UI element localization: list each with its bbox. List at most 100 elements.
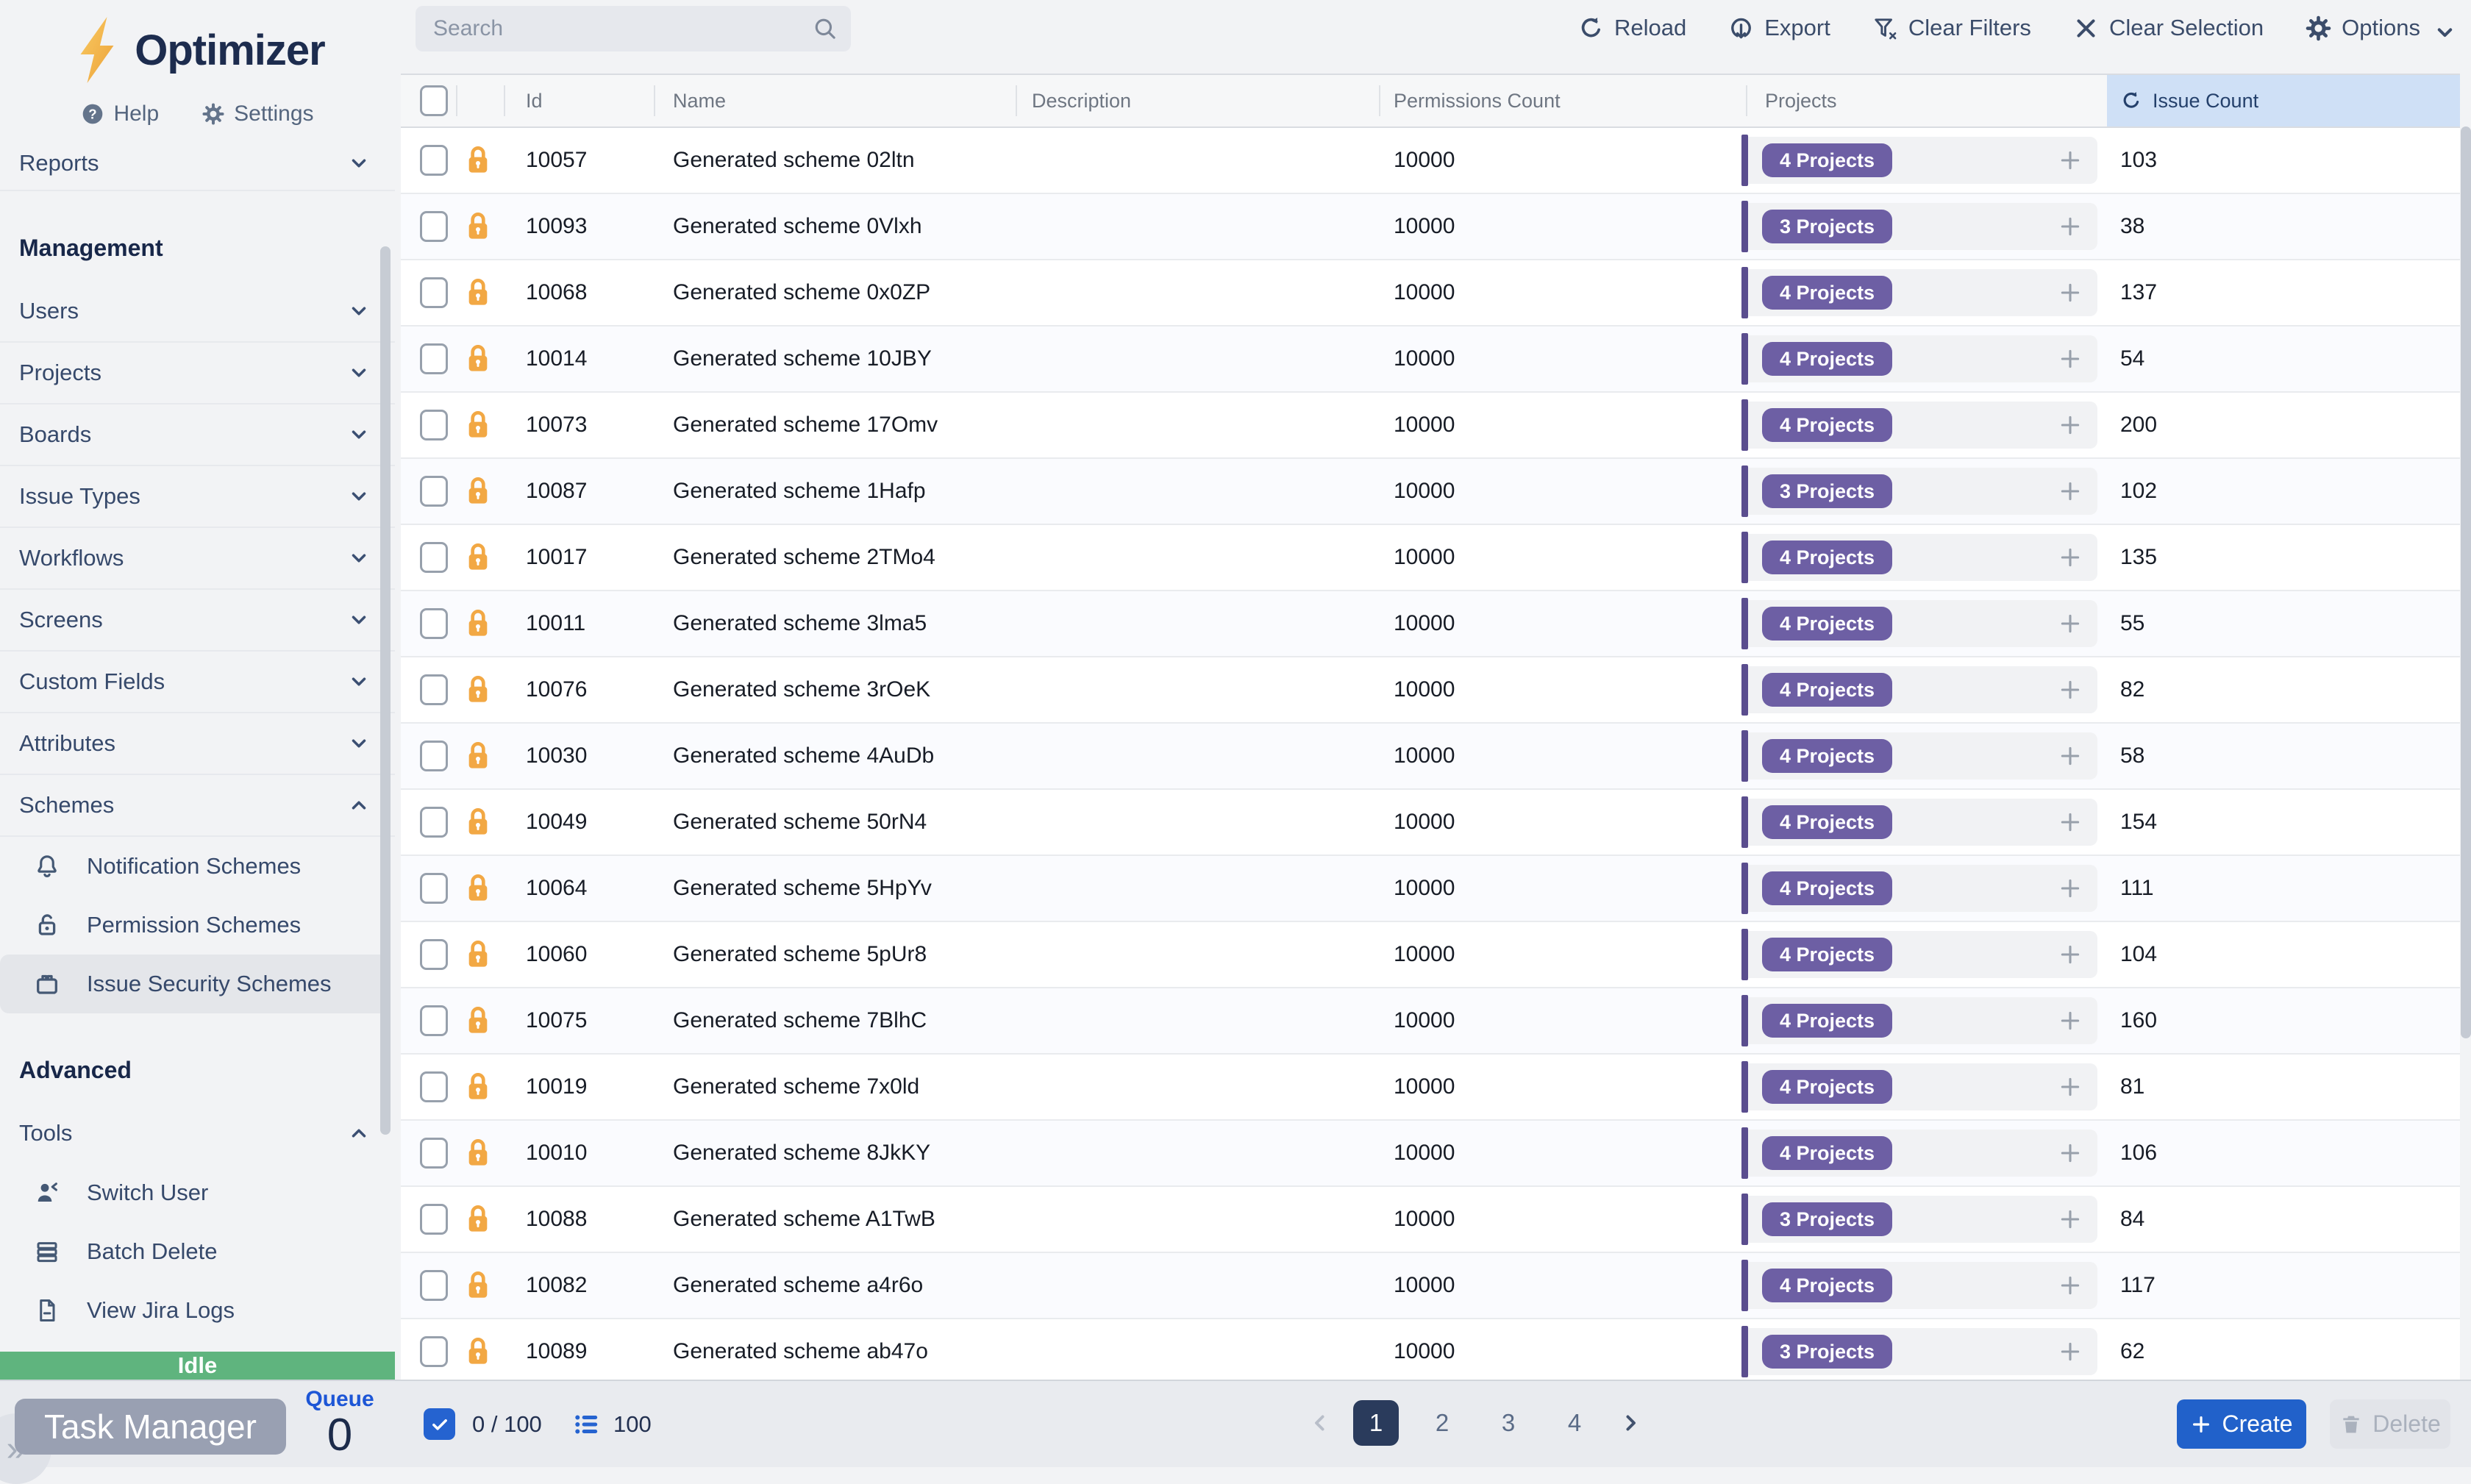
projects-badge[interactable]: 4 Projects — [1762, 276, 1892, 310]
sidebar-item-graphql-explorer[interactable]: GraphQL Explorer — [0, 1340, 395, 1352]
projects-badge[interactable]: 3 Projects — [1762, 1335, 1892, 1369]
row-checkbox[interactable] — [420, 1270, 448, 1301]
row-checkbox[interactable] — [420, 410, 448, 440]
clear-filters-button[interactable]: Clear Filters — [1872, 15, 2031, 42]
table-scrollbar[interactable] — [2461, 126, 2471, 1038]
help-button[interactable]: ? Help — [81, 101, 159, 126]
column-header-name[interactable]: Name — [654, 75, 1016, 126]
row-lock-cell — [456, 872, 504, 905]
row-checkbox[interactable] — [420, 1071, 448, 1102]
row-id: 10068 — [504, 280, 654, 305]
pagination-prev-button[interactable] — [1308, 1410, 1333, 1435]
row-checkbox[interactable] — [420, 741, 448, 771]
row-checkbox[interactable] — [420, 343, 448, 374]
export-button[interactable]: Export — [1727, 15, 1830, 42]
column-header-permissions-count[interactable]: Permissions Count — [1379, 75, 1746, 126]
selection-checkbox[interactable] — [424, 1408, 455, 1440]
sidebar-item-boards[interactable]: Boards — [0, 404, 395, 466]
projects-badge[interactable]: 3 Projects — [1762, 474, 1892, 508]
row-checkbox[interactable] — [420, 674, 448, 705]
row-permissions-count: 10000 — [1379, 1207, 1746, 1232]
sidebar-item-attributes[interactable]: Attributes — [0, 713, 395, 775]
row-checkbox[interactable] — [420, 1138, 448, 1169]
row-checkbox[interactable] — [420, 1204, 448, 1235]
task-manager-button[interactable]: Task Manager — [15, 1399, 286, 1455]
settings-button[interactable]: Settings — [202, 101, 313, 126]
row-checkbox[interactable] — [420, 1005, 448, 1036]
sidebar-item-batch-delete[interactable]: Batch Delete — [0, 1222, 395, 1281]
pagination-page-4[interactable]: 4 — [1552, 1400, 1597, 1446]
row-permissions-count: 10000 — [1379, 545, 1746, 570]
sidebar-item-label: Boards — [19, 421, 91, 448]
column-header-issue-count[interactable]: Issue Count — [2107, 75, 2460, 126]
plus-icon — [2058, 677, 2083, 702]
projects-badge[interactable]: 4 Projects — [1762, 1004, 1892, 1038]
select-all-checkbox[interactable] — [420, 85, 448, 116]
row-projects-cell: 4 Projects — [1746, 799, 2107, 846]
projects-badge[interactable]: 4 Projects — [1762, 607, 1892, 641]
row-checkbox[interactable] — [420, 542, 448, 573]
row-checkbox[interactable] — [420, 277, 448, 308]
sidebar-item-workflows[interactable]: Workflows — [0, 528, 395, 590]
sidebar-item-view-jira-logs[interactable]: View Jira Logs — [0, 1281, 395, 1340]
options-button[interactable]: Options — [2305, 15, 2450, 42]
projects-badge[interactable]: 4 Projects — [1762, 739, 1892, 773]
sidebar-item-screens[interactable]: Screens — [0, 590, 395, 652]
pagination-page-3[interactable]: 3 — [1486, 1400, 1531, 1446]
row-checkbox[interactable] — [420, 476, 448, 507]
column-header-description[interactable]: Description — [1016, 75, 1379, 126]
projects-badge[interactable]: 4 Projects — [1762, 1136, 1892, 1170]
sidebar-item-issue-security-schemes[interactable]: Issue Security Schemes — [0, 955, 389, 1013]
bolt-icon — [70, 15, 124, 85]
projects-badge[interactable]: 4 Projects — [1762, 805, 1892, 839]
projects-badge[interactable]: 4 Projects — [1762, 1070, 1892, 1104]
projects-badge[interactable]: 4 Projects — [1762, 871, 1892, 905]
projects-badge[interactable]: 4 Projects — [1762, 938, 1892, 971]
projects-badge[interactable]: 4 Projects — [1762, 342, 1892, 376]
row-projects-cell: 3 Projects — [1746, 468, 2107, 515]
delete-button[interactable]: Delete — [2330, 1399, 2450, 1449]
sidebar-item-notification-schemes[interactable]: Notification Schemes — [0, 837, 395, 896]
column-header-id[interactable]: Id — [504, 75, 654, 126]
row-checkbox[interactable] — [420, 1336, 448, 1367]
page-size-icon[interactable] — [572, 1410, 600, 1438]
reload-button[interactable]: Reload — [1577, 15, 1686, 42]
sidebar-item-custom-fields[interactable]: Custom Fields — [0, 652, 395, 713]
projects-badge[interactable]: 4 Projects — [1762, 673, 1892, 707]
row-checkbox[interactable] — [420, 211, 448, 242]
row-checkbox[interactable] — [420, 145, 448, 176]
sidebar-scrollbar[interactable] — [380, 246, 391, 1135]
sidebar-item-permission-schemes[interactable]: Permission Schemes — [0, 896, 395, 955]
row-checkbox[interactable] — [420, 873, 448, 904]
sidebar-item-users[interactable]: Users — [0, 281, 395, 343]
projects-badge[interactable]: 4 Projects — [1762, 143, 1892, 177]
queue-count: 0 — [297, 1412, 382, 1459]
row-id: 10073 — [504, 413, 654, 438]
sidebar-item-switch-user[interactable]: Switch User — [0, 1163, 395, 1222]
clear-selection-button[interactable]: Clear Selection — [2072, 15, 2264, 42]
sidebar-item-projects[interactable]: Projects — [0, 343, 395, 404]
pagination-page-2[interactable]: 2 — [1419, 1400, 1465, 1446]
row-id: 10030 — [504, 743, 654, 768]
column-header-projects[interactable]: Projects — [1746, 75, 2107, 126]
app-logo: Optimizer — [0, 0, 395, 91]
sidebar-item-schemes[interactable]: Schemes — [0, 775, 395, 837]
projects-badge[interactable]: 3 Projects — [1762, 1202, 1892, 1236]
projects-badge[interactable]: 3 Projects — [1762, 210, 1892, 243]
sidebar-item-label: Permission Schemes — [87, 912, 301, 938]
row-checkbox[interactable] — [420, 608, 448, 639]
projects-badge[interactable]: 4 Projects — [1762, 541, 1892, 574]
pagination-page-1[interactable]: 1 — [1353, 1400, 1399, 1446]
sidebar-item-reports[interactable]: Reports — [0, 137, 395, 191]
sidebar-item-tools[interactable]: Tools — [0, 1103, 395, 1163]
projects-badge[interactable]: 4 Projects — [1762, 1269, 1892, 1302]
row-checkbox[interactable] — [420, 939, 448, 970]
sidebar-item-issue-types[interactable]: Issue Types — [0, 466, 395, 528]
search-input[interactable] — [416, 6, 851, 51]
row-projects-cell: 4 Projects — [1746, 666, 2107, 713]
row-checkbox[interactable] — [420, 807, 448, 838]
create-button[interactable]: Create — [2177, 1399, 2306, 1449]
pagination-next-button[interactable] — [1618, 1410, 1643, 1435]
projects-badge[interactable]: 4 Projects — [1762, 408, 1892, 442]
clear-selection-icon — [2072, 15, 2100, 42]
